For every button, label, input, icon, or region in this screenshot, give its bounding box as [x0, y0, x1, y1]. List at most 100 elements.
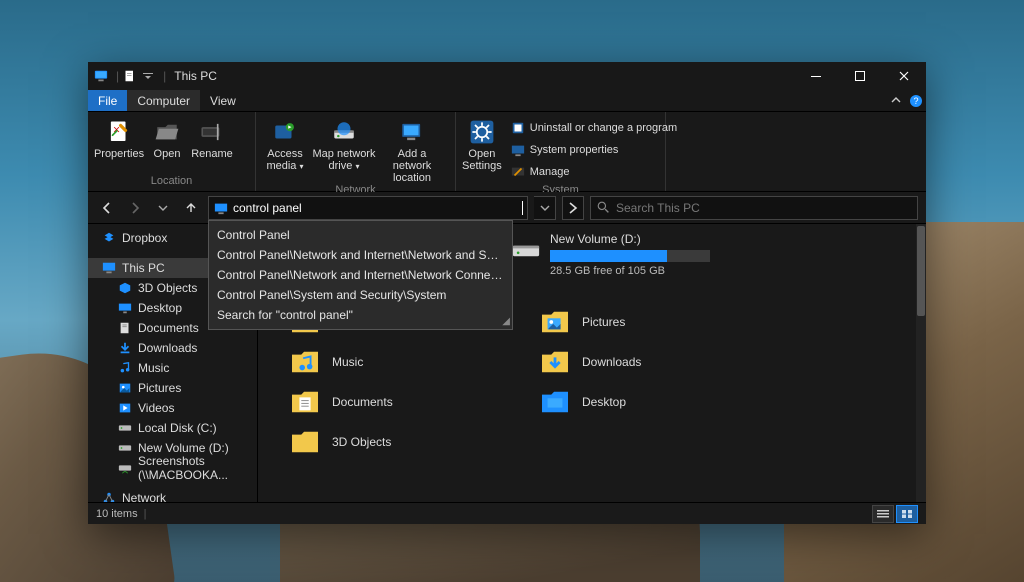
go-button[interactable] — [562, 196, 584, 220]
recent-locations-button[interactable] — [152, 197, 174, 219]
dropbox-icon — [102, 231, 116, 245]
suggestion-item[interactable]: Control Panel\Network and Internet\Netwo… — [209, 265, 512, 285]
sidebar-item-downloads[interactable]: Downloads — [88, 338, 257, 358]
svg-text:?: ? — [913, 96, 918, 106]
text-cursor — [522, 201, 523, 215]
rename-button[interactable]: Rename — [190, 116, 234, 160]
pc-icon — [94, 69, 108, 83]
3d-folder-icon — [290, 429, 320, 455]
usage-bar — [550, 250, 710, 262]
folder-item-music[interactable]: Music — [290, 349, 510, 375]
address-history-button[interactable] — [534, 196, 556, 220]
resize-grip-icon[interactable]: ◢ — [502, 316, 510, 327]
rename-icon — [198, 118, 226, 146]
ribbon-tabs: File Computer View ? — [88, 90, 926, 112]
sidebar-item-pictures[interactable]: Pictures — [88, 378, 257, 398]
uninstall-program-button[interactable]: Uninstall or change a program — [508, 118, 679, 138]
netdrive-icon — [118, 461, 132, 475]
tab-view[interactable]: View — [200, 90, 246, 111]
disk-icon — [512, 240, 540, 262]
search-box[interactable]: Search This PC — [590, 196, 918, 220]
suggestion-item[interactable]: Control Panel\Network and Internet\Netwo… — [209, 245, 512, 265]
forward-button[interactable] — [124, 197, 146, 219]
add-location-icon — [398, 118, 426, 146]
scrollbar[interactable] — [916, 224, 926, 502]
search-icon — [597, 201, 610, 214]
pc-icon — [102, 261, 116, 275]
folder-item-3d-objects[interactable]: 3D Objects — [290, 429, 510, 455]
properties-button[interactable]: Properties — [94, 116, 144, 160]
folder-item-downloads[interactable]: Downloads — [540, 349, 760, 375]
sidebar-item-music[interactable]: Music — [88, 358, 257, 378]
open-icon — [153, 118, 181, 146]
address-bar[interactable]: Control Panel Control Panel\Network and … — [208, 196, 528, 220]
maximize-button[interactable] — [838, 62, 882, 90]
scrollbar-thumb[interactable] — [917, 226, 925, 316]
collapse-ribbon-icon[interactable] — [886, 90, 906, 111]
sidebar-item-screenshots-netdrive[interactable]: Screenshots (\\MACBOOKA... — [88, 458, 257, 478]
music-folder-icon — [290, 349, 320, 375]
videos-icon — [118, 401, 132, 415]
pictures-icon — [118, 381, 132, 395]
status-bar: 10 items | — [88, 502, 926, 524]
system-properties-icon — [510, 142, 526, 158]
access-media-button[interactable]: Access media ▾ — [262, 116, 308, 172]
window-title: This PC — [174, 69, 217, 83]
address-input[interactable] — [233, 201, 520, 215]
documents-folder-icon — [290, 389, 320, 415]
manage-button[interactable]: Manage — [508, 162, 679, 182]
access-media-icon — [271, 118, 299, 146]
manage-icon — [510, 164, 526, 180]
qat-dropdown-icon[interactable] — [141, 69, 155, 83]
close-button[interactable] — [882, 62, 926, 90]
uninstall-icon — [510, 120, 526, 136]
network-icon — [102, 491, 116, 502]
pictures-folder-icon — [540, 309, 570, 335]
suggestion-item[interactable]: Control Panel — [209, 225, 512, 245]
folder-item-pictures[interactable]: Pictures — [540, 309, 760, 335]
add-network-location-button[interactable]: Add a network location — [380, 116, 444, 184]
disk-icon — [118, 421, 132, 435]
disk-icon — [118, 441, 132, 455]
sidebar-item-videos[interactable]: Videos — [88, 398, 257, 418]
up-button[interactable] — [180, 197, 202, 219]
folder-icon — [118, 281, 132, 295]
downloads-icon — [118, 341, 132, 355]
music-icon — [118, 361, 132, 375]
sidebar-item-local-disk-c[interactable]: Local Disk (C:) — [88, 418, 257, 438]
settings-icon — [468, 118, 496, 146]
address-icon — [213, 200, 229, 216]
system-properties-button[interactable]: System properties — [508, 140, 679, 160]
suggestion-item[interactable]: Control Panel\System and Security\System — [209, 285, 512, 305]
open-button[interactable]: Open — [148, 116, 186, 160]
file-explorer-window: | | This PC File Computer View ? Proper — [88, 62, 926, 524]
large-icons-view-button[interactable] — [896, 505, 918, 523]
drive-item[interactable]: New Volume (D:) 28.5 GB free of 105 GB — [512, 232, 722, 277]
titlebar: | | This PC — [88, 62, 926, 90]
group-location-label: Location — [88, 175, 255, 191]
map-drive-icon — [330, 118, 358, 146]
details-view-button[interactable] — [872, 505, 894, 523]
search-placeholder: Search This PC — [616, 201, 700, 215]
address-suggestions: Control Panel Control Panel\Network and … — [208, 220, 513, 330]
downloads-folder-icon — [540, 349, 570, 375]
help-icon[interactable]: ? — [906, 90, 926, 111]
properties-icon — [105, 118, 133, 146]
back-button[interactable] — [96, 197, 118, 219]
suggestion-item[interactable]: Search for "control panel" — [209, 305, 512, 325]
qat-properties-icon[interactable] — [123, 69, 137, 83]
minimize-button[interactable] — [794, 62, 838, 90]
sidebar-item-network[interactable]: Network — [88, 488, 257, 502]
desktop-folder-icon — [540, 389, 570, 415]
desktop-icon — [118, 301, 132, 315]
folder-item-documents[interactable]: Documents — [290, 389, 510, 415]
tab-file[interactable]: File — [88, 90, 127, 111]
map-network-drive-button[interactable]: Map network drive ▾ — [312, 116, 376, 172]
tab-computer[interactable]: Computer — [127, 90, 200, 111]
item-count: 10 items — [96, 508, 138, 520]
documents-icon — [118, 321, 132, 335]
open-settings-button[interactable]: Open Settings — [462, 116, 502, 172]
folder-item-desktop[interactable]: Desktop — [540, 389, 760, 415]
navigation-row: Control Panel Control Panel\Network and … — [88, 192, 926, 224]
ribbon: Properties Open Rename Location Access m… — [88, 112, 926, 192]
